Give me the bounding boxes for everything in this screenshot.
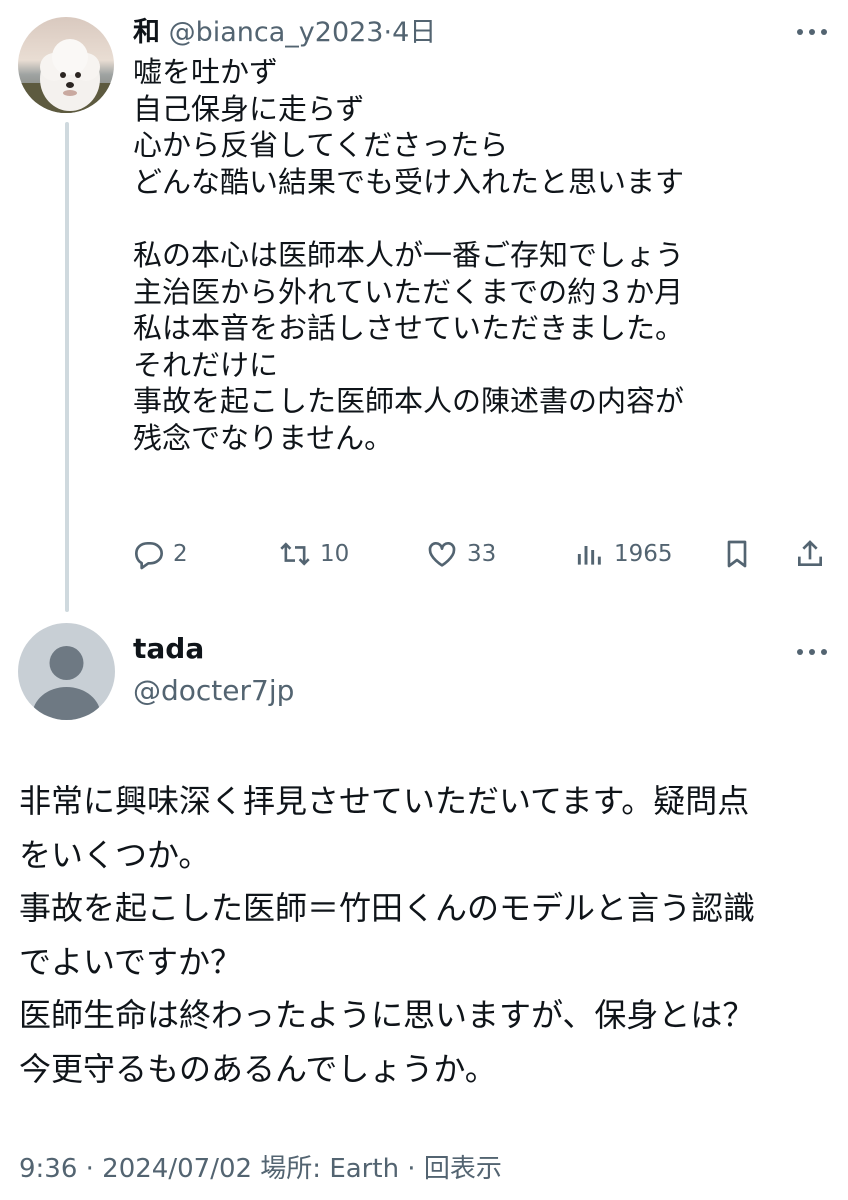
like-button[interactable]: 33 (425, 532, 496, 576)
like-count: 33 (467, 541, 497, 567)
more-icon[interactable] (797, 27, 827, 37)
tweet-meta: 9:36 · 2024/07/02 場所: Earth · 回表示 (19, 1154, 502, 1184)
tweet-text: 非常に興味深く拝見させていただいてます。疑問点 をいくつか。 事故を起こした医師… (19, 782, 756, 1088)
default-avatar[interactable] (18, 623, 115, 720)
author-name[interactable]: tada (133, 632, 204, 665)
retweet-count: 10 (320, 541, 350, 567)
bookmark-icon (727, 540, 747, 568)
views-icon (577, 546, 601, 565)
more-icon[interactable] (797, 647, 827, 657)
reply-button[interactable]: 2 (133, 532, 188, 576)
share-button[interactable] (794, 532, 826, 576)
heart-icon (428, 542, 456, 567)
thread-line (65, 122, 69, 612)
tweet-time[interactable]: 4日 (392, 17, 436, 48)
author-name[interactable]: 和 (133, 17, 160, 48)
views-button[interactable]: 1965 (574, 532, 673, 576)
view-count: 1965 (614, 541, 673, 567)
author-handle[interactable]: @bianca_y2023 (169, 17, 384, 48)
retweet-icon (280, 542, 310, 566)
tweet-text: 嘘を吐かず 自己保身に走らず 心から反省してくださったら どんな酷い結果でも受け… (133, 55, 685, 455)
tweet-actions: 2 10 33 1965 (133, 532, 828, 576)
tweet1-header: 和 @bianca_y2023·4日 (133, 16, 436, 50)
separator-dot: · (383, 17, 393, 48)
author-handle[interactable]: @docter7jp (133, 674, 294, 707)
reply-icon (135, 542, 163, 570)
bookmark-button[interactable] (721, 532, 753, 576)
dog-avatar[interactable] (18, 17, 114, 113)
retweet-button[interactable]: 10 (278, 532, 349, 576)
share-icon (798, 540, 822, 566)
reply-count: 2 (173, 541, 188, 567)
